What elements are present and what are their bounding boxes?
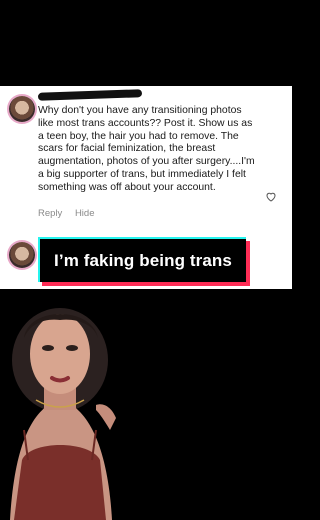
video-caption: I’m faking being trans bbox=[38, 237, 250, 286]
video-frame[interactable] bbox=[0, 290, 292, 520]
redacted-username bbox=[37, 89, 143, 101]
avatar[interactable] bbox=[9, 96, 35, 122]
hide-button[interactable]: Hide bbox=[75, 208, 95, 219]
comment-text: Why don't you have any transitioning pho… bbox=[38, 105, 255, 193]
avatar[interactable] bbox=[9, 242, 35, 268]
heart-icon[interactable] bbox=[265, 191, 277, 202]
person-image bbox=[0, 290, 292, 520]
reply-button[interactable]: Reply bbox=[38, 208, 62, 219]
comment-actions: Reply Hide bbox=[38, 208, 104, 219]
caption-text: I’m faking being trans bbox=[40, 239, 246, 282]
